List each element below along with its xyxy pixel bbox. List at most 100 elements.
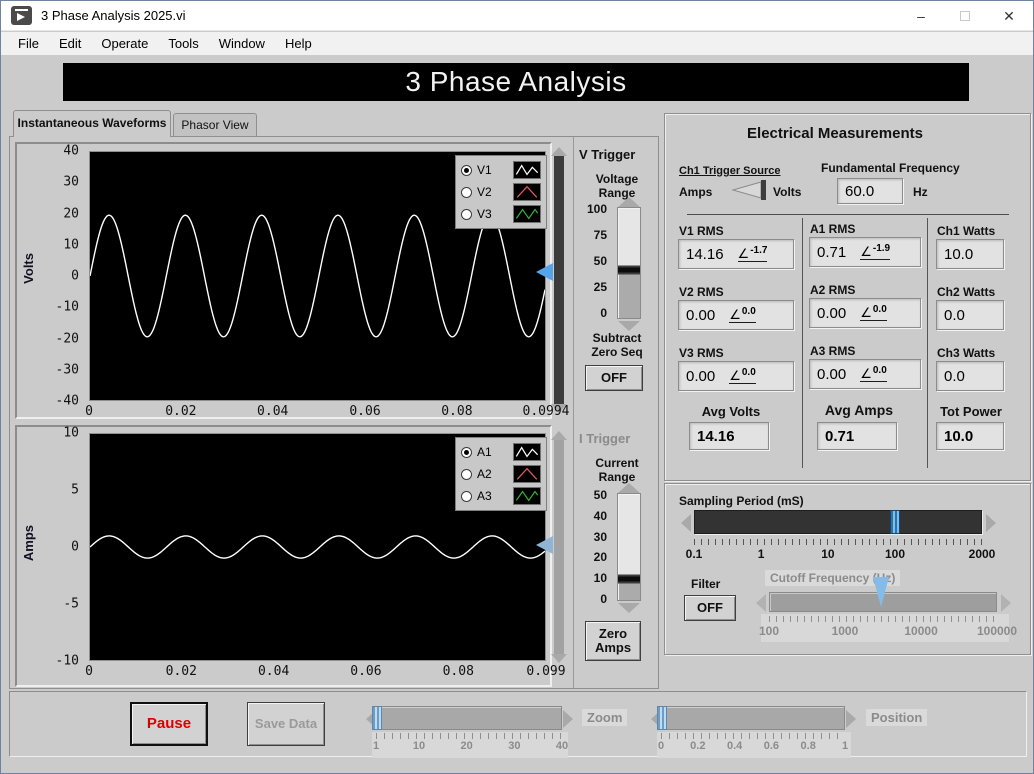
current-range-handle[interactable] [618, 574, 640, 584]
radio-a1[interactable] [461, 446, 472, 458]
tick-label: 100 [586, 202, 607, 216]
tick-label: 0.04 [257, 664, 290, 679]
tick-label: 0.08 [441, 404, 473, 419]
maximize-button[interactable] [943, 1, 987, 31]
v-trigger-pointer-zone [536, 151, 554, 401]
tick-label: 40 [63, 143, 79, 159]
slider-left-arrow-icon[interactable] [756, 594, 766, 612]
angle-icon: ∠ [860, 304, 872, 320]
legend-label-v3: V3 [477, 207, 492, 221]
tick-label: 0 [600, 592, 607, 606]
menu-help[interactable]: Help [276, 34, 321, 53]
cutoff-frequency-pointer[interactable] [872, 577, 889, 607]
a1-rms-value: 0.71 [817, 243, 847, 261]
radio-a3[interactable] [461, 490, 472, 502]
v3-rms-display: 0.00 ∠ 0.0 [678, 361, 794, 391]
menu-file[interactable]: File [9, 34, 48, 53]
filter-label: Filter [691, 577, 721, 591]
position-handle[interactable] [657, 706, 667, 730]
v2-rms-label: V2 RMS [679, 285, 724, 299]
tick-label: 10 [593, 571, 607, 586]
tick-label: -20 [55, 331, 79, 346]
ch3-watts-display: 0.0 [936, 361, 1004, 391]
save-data-button[interactable]: Save Data [247, 702, 325, 746]
tick-label: 10 [63, 425, 79, 441]
zero-amps-button[interactable]: Zero Amps [585, 621, 641, 661]
tick-label: 0.02 [165, 404, 197, 419]
v-trigger-pointer[interactable] [536, 263, 553, 282]
voltage-range-slider[interactable] [617, 207, 641, 319]
tick-label: 10 [412, 740, 426, 752]
v1-rms-label: V1 RMS [679, 224, 724, 238]
banner: 3 Phase Analysis [63, 63, 969, 101]
slider-right-arrow-icon[interactable] [563, 710, 573, 728]
zoom-handle[interactable] [372, 706, 382, 730]
cutoff-frequency-slider[interactable] [769, 577, 997, 612]
tick-label: 50 [593, 254, 607, 268]
sampling-period-slider[interactable] [694, 510, 982, 534]
voltage-range-label: Voltage Range [595, 172, 639, 200]
divider [573, 137, 574, 688]
filter-button[interactable]: OFF [684, 595, 736, 621]
slider-up-arrow-icon[interactable] [618, 197, 640, 207]
measurements-title: Electrical Measurements [747, 125, 923, 142]
tick-label: 0 [600, 306, 607, 320]
v-trigger-track[interactable] [554, 156, 564, 404]
menu-edit[interactable]: Edit [50, 34, 90, 53]
tick-label: 30 [508, 740, 521, 752]
radio-a2[interactable] [461, 468, 472, 480]
voltage-range-handle[interactable] [618, 265, 640, 275]
legend-row-v2: V2 [461, 181, 541, 203]
subtract-zero-seq-button[interactable]: OFF [585, 365, 643, 391]
pause-button[interactable]: Pause [130, 702, 208, 746]
current-range-slider[interactable] [617, 493, 641, 601]
i-trigger-pointer[interactable] [536, 535, 553, 554]
tick-label: 0.4 [726, 740, 743, 752]
slider-right-arrow-icon[interactable] [986, 514, 996, 532]
tick-label: 100000 [976, 624, 1018, 638]
position-label: Position [866, 709, 928, 726]
zoom-slider[interactable] [372, 706, 562, 730]
radio-v1[interactable] [461, 164, 472, 176]
trigger-source-switch[interactable] [725, 180, 771, 200]
trigger-source-amps-label: Amps [679, 185, 713, 199]
slider-right-arrow-icon[interactable] [1001, 594, 1011, 612]
divider [687, 214, 1009, 215]
slider-down-arrow-icon[interactable] [618, 321, 640, 331]
tab-instantaneous-waveforms[interactable]: Instantaneous Waveforms [13, 110, 171, 137]
tick-label: 20 [460, 740, 473, 752]
fundamental-frequency-input[interactable]: 60.0 [837, 178, 903, 204]
a3-rms-display: 0.00 ∠ 0.0 [809, 359, 921, 389]
minimize-button[interactable]: – [899, 1, 943, 31]
cutoff-tick-marks [769, 616, 997, 622]
position-scale: 0 0.2 0.4 0.6 0.8 1 [658, 740, 848, 754]
tick-label: 75 [593, 228, 607, 242]
slider-right-arrow-icon[interactable] [846, 710, 856, 728]
slider-left-arrow-icon[interactable] [681, 514, 691, 532]
close-button[interactable]: ✕ [987, 1, 1031, 31]
menu-operate[interactable]: Operate [92, 34, 157, 53]
sampling-panel: Sampling Period (mS) 0.1 1 10 100 2000 Filte… [664, 483, 1031, 655]
tick-label: 0.08 [442, 664, 474, 679]
ch2-watts-label: Ch2 Watts [937, 285, 996, 299]
tick-label: 100 [758, 624, 780, 638]
v-trigger-title: V Trigger [579, 147, 636, 162]
menu-window[interactable]: Window [210, 34, 274, 53]
radio-v2[interactable] [461, 186, 472, 198]
tick-label: 1 [757, 547, 765, 561]
title-bar: 3 Phase Analysis 2025.vi – ✕ [1, 1, 1033, 31]
i-trigger-track[interactable] [554, 440, 564, 654]
position-slider[interactable] [657, 706, 845, 730]
tab-phasor-view[interactable]: Phasor View [173, 113, 257, 137]
slider-up-arrow-icon[interactable] [618, 483, 640, 493]
radio-v3[interactable] [461, 208, 472, 220]
slider-down-arrow-icon[interactable] [618, 603, 640, 613]
sampling-period-label: Sampling Period (mS) [679, 494, 804, 508]
tick-label: 5 [71, 482, 79, 498]
v3-angle-value: 0.0 [741, 366, 756, 378]
menu-tools[interactable]: Tools [159, 34, 207, 53]
legend-row-v1: V1 [461, 159, 541, 181]
sampling-period-handle[interactable] [889, 510, 900, 534]
v2-angle-value: 0.0 [741, 305, 756, 317]
labview-app-icon [11, 6, 32, 25]
